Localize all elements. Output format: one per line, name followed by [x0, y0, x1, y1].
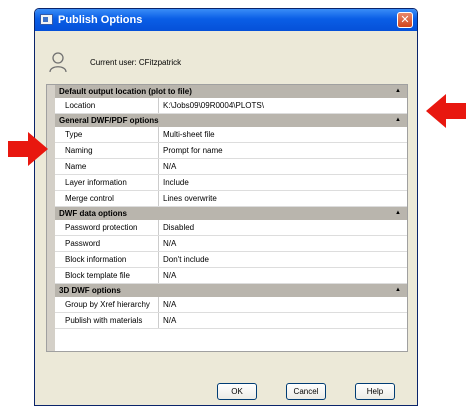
property-name: Layer information: [55, 175, 159, 190]
property-value[interactable]: N/A: [159, 297, 407, 312]
collapse-icon[interactable]: ▲: [395, 207, 401, 220]
app-icon: [40, 14, 53, 25]
property-name: Merge control: [55, 191, 159, 206]
property-value[interactable]: N/A: [159, 236, 407, 251]
section-header-general-dwf-pdf[interactable]: General DWF/PDF options ▲: [55, 114, 407, 127]
annotation-arrow-left-icon: [426, 94, 466, 128]
property-row-merge-control[interactable]: Merge control Lines overwrite: [55, 191, 407, 207]
property-value[interactable]: Don't include: [159, 252, 407, 267]
property-value[interactable]: Prompt for name: [159, 143, 407, 158]
property-row-publish-with-materials[interactable]: Publish with materials N/A: [55, 313, 407, 329]
property-name: Publish with materials: [55, 313, 159, 328]
user-icon: [49, 52, 67, 73]
collapse-icon[interactable]: ▲: [395, 85, 401, 98]
annotation-arrow-right-icon: [8, 132, 48, 166]
section-header-dwf-data[interactable]: DWF data options ▲: [55, 207, 407, 220]
property-row-location[interactable]: Location K:\Jobs09\09R0004\PLOTS\: [55, 98, 407, 114]
property-name: Name: [55, 159, 159, 174]
grid-gutter: [47, 85, 55, 351]
property-row-block-information[interactable]: Block information Don't include: [55, 252, 407, 268]
property-value[interactable]: K:\Jobs09\09R0004\PLOTS\: [159, 98, 407, 113]
property-value[interactable]: Lines overwrite: [159, 191, 407, 206]
property-name: Location: [55, 98, 159, 113]
property-row-password-protection[interactable]: Password protection Disabled: [55, 220, 407, 236]
section-title: 3D DWF options: [59, 286, 121, 295]
section-header-3d-dwf[interactable]: 3D DWF options ▲: [55, 284, 407, 297]
collapse-icon[interactable]: ▲: [395, 284, 401, 297]
property-row-layer-information[interactable]: Layer information Include: [55, 175, 407, 191]
section-header-output-location[interactable]: Default output location (plot to file) ▲: [55, 85, 407, 98]
section-title: General DWF/PDF options: [59, 116, 159, 125]
property-value[interactable]: Disabled: [159, 220, 407, 235]
section-title: DWF data options: [59, 209, 127, 218]
ok-button[interactable]: OK: [217, 383, 257, 400]
property-grid: Default output location (plot to file) ▲…: [46, 84, 408, 352]
grid-rows: Default output location (plot to file) ▲…: [55, 85, 407, 329]
publish-options-dialog: Publish Options ✕ Current user: CFitzpat…: [34, 8, 418, 406]
property-value[interactable]: Multi-sheet file: [159, 127, 407, 142]
window-title: Publish Options: [58, 14, 143, 26]
property-value[interactable]: N/A: [159, 268, 407, 283]
property-name: Naming: [55, 143, 159, 158]
property-name: Block template file: [55, 268, 159, 283]
property-value[interactable]: N/A: [159, 313, 407, 328]
property-name: Password: [55, 236, 159, 251]
collapse-icon[interactable]: ▲: [395, 114, 401, 127]
title-bar[interactable]: Publish Options ✕: [35, 9, 417, 31]
close-button[interactable]: ✕: [397, 12, 413, 28]
property-name: Group by Xref hierarchy: [55, 297, 159, 312]
property-name: Block information: [55, 252, 159, 267]
property-name: Type: [55, 127, 159, 142]
property-row-block-template-file[interactable]: Block template file N/A: [55, 268, 407, 284]
property-row-type[interactable]: Type Multi-sheet file: [55, 127, 407, 143]
section-title: Default output location (plot to file): [59, 87, 192, 96]
property-row-naming[interactable]: Naming Prompt for name: [55, 143, 407, 159]
help-button[interactable]: Help: [355, 383, 395, 400]
property-value[interactable]: Include: [159, 175, 407, 190]
property-name: Password protection: [55, 220, 159, 235]
property-row-group-by-xref[interactable]: Group by Xref hierarchy N/A: [55, 297, 407, 313]
current-user-label: Current user: CFitzpatrick: [90, 58, 182, 67]
property-value[interactable]: N/A: [159, 159, 407, 174]
property-row-name[interactable]: Name N/A: [55, 159, 407, 175]
property-row-password[interactable]: Password N/A: [55, 236, 407, 252]
cancel-button[interactable]: Cancel: [286, 383, 326, 400]
